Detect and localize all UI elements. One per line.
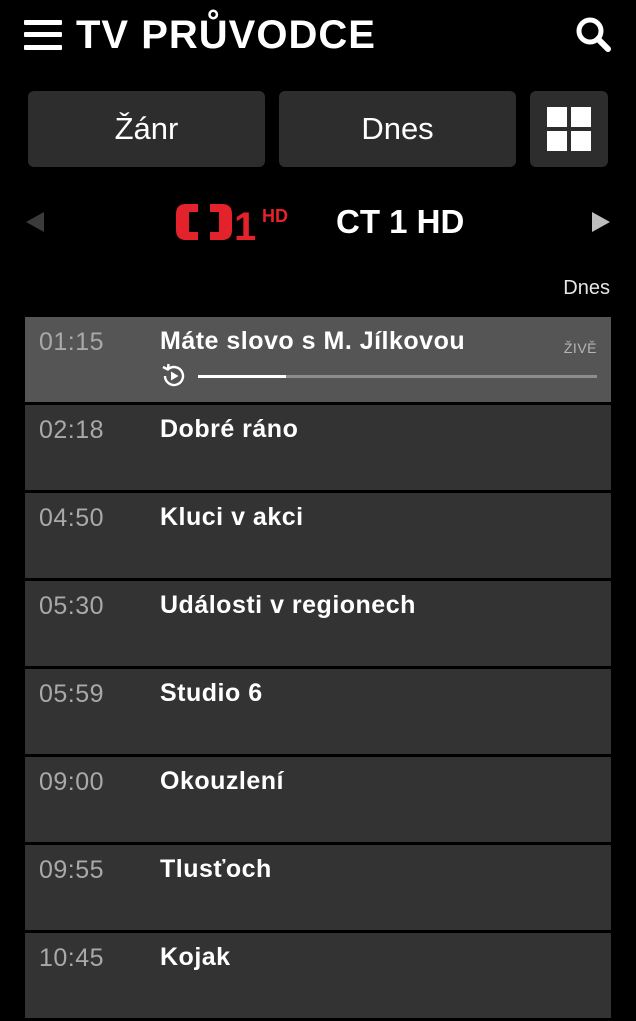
- arrow-left-icon[interactable]: [26, 212, 44, 232]
- day-filter-label: Dnes: [361, 111, 434, 146]
- search-icon[interactable]: [574, 15, 614, 55]
- programme-time: 09:55: [39, 856, 105, 884]
- programme-row[interactable]: 09:55 Tlusťoch: [25, 845, 611, 930]
- programme-time: 10:45: [39, 944, 105, 972]
- channel-logo-number: 1: [234, 205, 256, 244]
- grid-view-icon: [547, 107, 591, 151]
- programme-time: 05:59: [39, 680, 105, 708]
- programme-list: 01:15 Máte slovo s M. Jílkovou ŽIVĚ 02:1…: [25, 317, 611, 1021]
- programme-title: Studio 6: [160, 679, 263, 707]
- programme-row[interactable]: 10:45 Kojak: [25, 933, 611, 1018]
- programme-title: Tlusťoch: [160, 855, 272, 883]
- progress-bar: [198, 375, 597, 378]
- programme-title: Kluci v akci: [160, 503, 304, 531]
- hamburger-menu-icon[interactable]: [24, 20, 62, 50]
- date-label: Dnes: [563, 277, 610, 299]
- page-title: TV PRŮVODCE: [76, 13, 376, 57]
- programme-row[interactable]: 09:00 Okouzlení: [25, 757, 611, 842]
- channel-name: CT 1 HD: [336, 203, 465, 240]
- programme-title: Kojak: [160, 943, 231, 971]
- programme-title: Dobré ráno: [160, 415, 299, 443]
- replay-icon[interactable]: [161, 363, 187, 389]
- genre-filter-label: Žánr: [114, 111, 179, 146]
- app-header: TV PRŮVODCE: [0, 0, 636, 70]
- programme-row[interactable]: 04:50 Kluci v akci: [25, 493, 611, 578]
- channel-logo-suffix: HD: [262, 206, 288, 226]
- programme-time: 01:15: [39, 328, 105, 356]
- programme-time: 09:00: [39, 768, 105, 796]
- progress-bar-fill: [198, 375, 286, 378]
- arrow-right-icon[interactable]: [592, 212, 610, 232]
- programme-row-current[interactable]: 01:15 Máte slovo s M. Jílkovou ŽIVĚ: [25, 317, 611, 402]
- day-filter-button[interactable]: Dnes: [279, 91, 516, 167]
- channel-logo: 1 HD: [174, 200, 302, 249]
- genre-filter-button[interactable]: Žánr: [28, 91, 265, 167]
- programme-time: 02:18: [39, 416, 105, 444]
- programme-time: 04:50: [39, 504, 105, 532]
- grid-view-button[interactable]: [530, 91, 608, 167]
- programme-time: 05:30: [39, 592, 105, 620]
- programme-title: Máte slovo s M. Jílkovou: [160, 327, 466, 355]
- channel-selector: 1 HD CT 1 HD: [0, 190, 636, 254]
- programme-title: Události v regionech: [160, 591, 416, 619]
- live-badge: ŽIVĚ: [563, 340, 597, 356]
- programme-title: Okouzlení: [160, 767, 284, 795]
- programme-row[interactable]: 05:59 Studio 6: [25, 669, 611, 754]
- programme-row[interactable]: 05:30 Události v regionech: [25, 581, 611, 666]
- programme-row[interactable]: 02:18 Dobré ráno: [25, 405, 611, 490]
